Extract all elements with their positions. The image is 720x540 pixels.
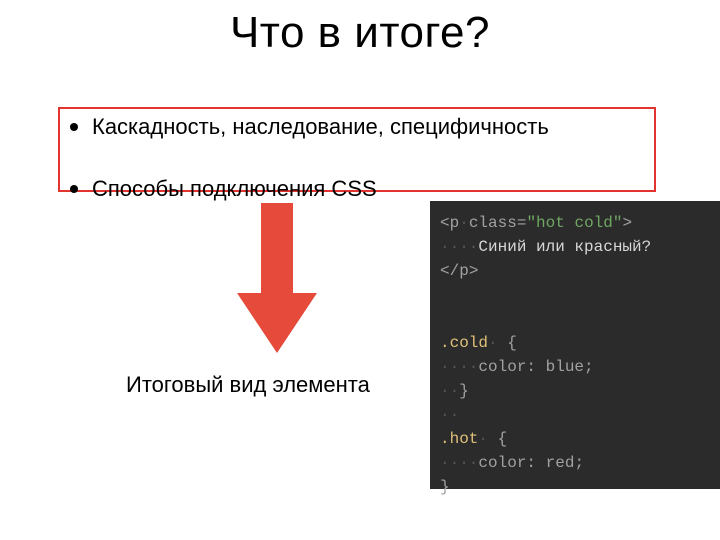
code-whitespace: ···· <box>440 358 478 376</box>
code-token: ; <box>574 454 584 472</box>
code-token: p <box>450 214 460 232</box>
code-token: </ <box>440 262 459 280</box>
code-token: ; <box>584 358 594 376</box>
code-whitespace: · <box>478 430 488 448</box>
code-token: > <box>469 262 479 280</box>
code-token: .cold <box>440 334 488 352</box>
code-whitespace: ···· <box>440 454 478 472</box>
code-token: color <box>478 358 526 376</box>
code-token: color <box>478 454 526 472</box>
code-whitespace: ···· <box>440 238 478 256</box>
code-whitespace: · <box>488 334 498 352</box>
code-token: < <box>440 214 450 232</box>
code-token: .hot <box>440 430 478 448</box>
code-token: } <box>440 478 450 496</box>
slide: Что в итоге? Каскадность, наследование, … <box>0 0 720 540</box>
list-item: Способы подключения CSS <box>70 176 549 202</box>
code-whitespace: ·· <box>440 382 459 400</box>
result-caption: Итоговый вид элемента <box>126 372 370 398</box>
page-title: Что в итоге? <box>0 8 720 58</box>
bullet-dot-icon <box>70 185 78 193</box>
code-token: red <box>546 454 575 472</box>
arrow-down-icon <box>237 203 317 353</box>
code-block: <p·class="hot cold"> ····Синий или красн… <box>430 201 720 489</box>
code-token: > <box>622 214 632 232</box>
code-token: { <box>498 334 517 352</box>
code-token: blue <box>546 358 584 376</box>
code-token: "hot cold" <box>526 214 622 232</box>
code-token: { <box>488 430 507 448</box>
bullet-text: Каскадность, наследование, специфичность <box>92 114 549 140</box>
list-item: Каскадность, наследование, специфичность <box>70 114 549 140</box>
bullet-dot-icon <box>70 123 78 131</box>
code-token: p <box>459 262 469 280</box>
code-token: = <box>517 214 527 232</box>
code-token: } <box>459 382 469 400</box>
code-token: class <box>469 214 517 232</box>
code-token: : <box>526 454 545 472</box>
code-token: Синий или красный? <box>478 238 651 256</box>
bullet-text: Способы подключения CSS <box>92 176 377 202</box>
code-token: : <box>526 358 545 376</box>
code-whitespace: · <box>459 214 469 232</box>
code-whitespace: ·· <box>440 406 459 424</box>
